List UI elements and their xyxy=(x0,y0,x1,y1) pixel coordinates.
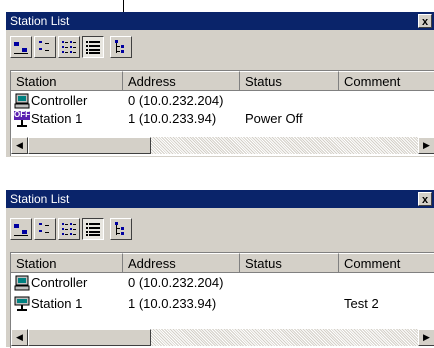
station-listview[interactable]: Station Address Status Comment Controlle… xyxy=(10,252,434,348)
scroll-right-button[interactable]: ▶ xyxy=(418,137,434,154)
details-view-icon xyxy=(86,223,100,236)
small-icons-icon xyxy=(39,41,49,51)
details-view-icon xyxy=(86,41,100,54)
controller-icon xyxy=(14,93,30,109)
close-button[interactable]: x xyxy=(418,192,432,206)
tree-view-icon xyxy=(115,222,124,235)
large-icons-button[interactable] xyxy=(10,36,32,58)
column-header-row: Station Address Status Comment xyxy=(11,71,434,91)
large-icons-icon xyxy=(14,42,28,54)
small-icons-button[interactable] xyxy=(34,218,56,240)
scroll-thumb[interactable] xyxy=(28,329,151,346)
column-header-address[interactable]: Address xyxy=(123,71,240,91)
window-titlebar[interactable]: Station List x xyxy=(6,12,434,30)
close-button[interactable]: x xyxy=(418,14,432,28)
station-name: Station 1 xyxy=(31,111,83,126)
station-address: 0 (10.0.232.204) xyxy=(128,93,224,108)
horizontal-scrollbar[interactable]: ◀ ▶ xyxy=(11,329,434,346)
off-station-icon xyxy=(17,120,27,127)
large-icons-icon xyxy=(14,224,28,236)
column-header-status[interactable]: Status xyxy=(240,71,339,91)
station-name: Controller xyxy=(31,93,88,108)
details-view-button[interactable] xyxy=(82,36,104,58)
table-row[interactable]: Station 1 1 (10.0.233.94) Test 2 xyxy=(11,295,434,313)
column-header-station[interactable]: Station xyxy=(11,253,123,273)
tree-view-button[interactable] xyxy=(110,218,132,240)
station-listview[interactable]: Station Address Status Comment Controlle… xyxy=(10,70,434,156)
list-view-icon xyxy=(62,223,76,235)
off-badge-icon: OFF xyxy=(14,110,30,120)
scroll-thumb[interactable] xyxy=(28,137,151,154)
list-view-button[interactable] xyxy=(58,218,80,240)
column-header-address[interactable]: Address xyxy=(123,253,240,273)
station-address: 1 (10.0.233.94) xyxy=(128,296,217,311)
horizontal-scrollbar[interactable]: ◀ ▶ xyxy=(11,137,434,154)
station-list-window-comment: Station List x Station Address Status Co… xyxy=(6,190,434,348)
small-icons-button[interactable] xyxy=(34,36,56,58)
column-header-comment[interactable]: Comment xyxy=(339,71,434,91)
station-address: 1 (10.0.233.94) xyxy=(128,111,217,126)
details-view-button[interactable] xyxy=(82,218,104,240)
scroll-track[interactable] xyxy=(151,137,418,154)
list-view-icon xyxy=(62,41,76,53)
controller-icon xyxy=(14,275,30,291)
tree-view-icon xyxy=(115,40,124,53)
window-title: Station List xyxy=(10,192,70,206)
view-toolbar xyxy=(6,214,434,244)
station-icon xyxy=(14,296,30,311)
station-address: 0 (10.0.232.204) xyxy=(128,275,224,290)
large-icons-button[interactable] xyxy=(10,218,32,240)
window-titlebar[interactable]: Station List x xyxy=(6,190,434,208)
column-header-comment[interactable]: Comment xyxy=(339,253,434,273)
view-toolbar xyxy=(6,32,434,62)
table-row[interactable]: OFF Station 1 1 (10.0.233.94) Power Off xyxy=(11,110,434,128)
scroll-track[interactable] xyxy=(151,329,418,346)
column-header-station[interactable]: Station xyxy=(11,71,123,91)
column-header-row: Station Address Status Comment xyxy=(11,253,434,273)
scroll-left-button[interactable]: ◀ xyxy=(11,329,28,346)
station-status: Power Off xyxy=(245,111,303,126)
column-header-status[interactable]: Status xyxy=(240,253,339,273)
scroll-right-button[interactable]: ▶ xyxy=(418,329,434,346)
list-view-button[interactable] xyxy=(58,36,80,58)
table-row[interactable]: Controller 0 (10.0.232.204) xyxy=(11,274,434,292)
scroll-left-button[interactable]: ◀ xyxy=(11,137,28,154)
station-name: Station 1 xyxy=(31,296,83,311)
table-row[interactable]: Controller 0 (10.0.232.204) xyxy=(11,92,434,110)
station-list-window-power-off: Station List x Station Address Status Co… xyxy=(6,12,434,157)
station-comment: Test 2 xyxy=(344,296,379,311)
tree-view-button[interactable] xyxy=(110,36,132,58)
small-icons-icon xyxy=(39,223,49,233)
window-title: Station List xyxy=(10,14,70,28)
station-name: Controller xyxy=(31,275,88,290)
